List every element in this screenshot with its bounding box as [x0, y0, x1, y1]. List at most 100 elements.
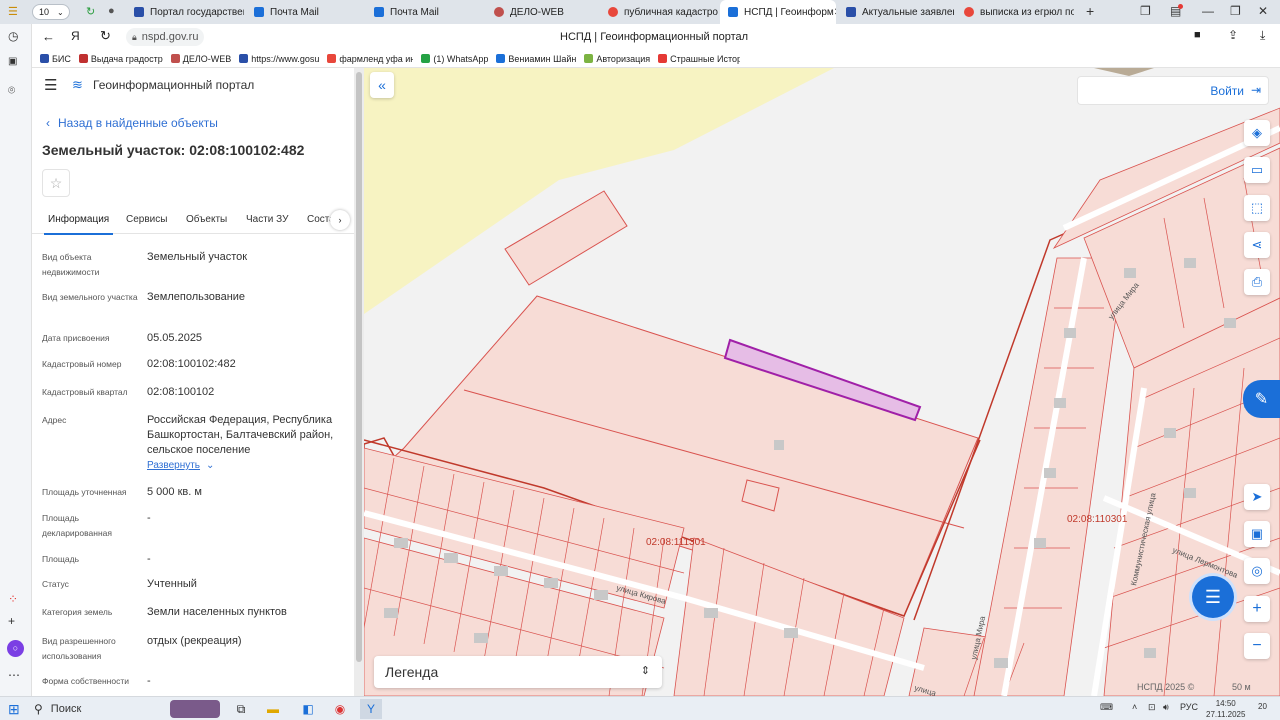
- tab-services[interactable]: Сервисы: [126, 214, 167, 225]
- bookmark-item[interactable]: Страшные Истор: [658, 54, 740, 64]
- support-chat-button[interactable]: ☰: [1192, 576, 1234, 618]
- navigation-arrow-icon: ➤: [1251, 489, 1263, 504]
- yandex-browser-icon[interactable]: Y: [360, 699, 382, 719]
- measure-button[interactable]: ▭: [1244, 157, 1270, 183]
- scrollbar-thumb[interactable]: [356, 72, 362, 662]
- browser-tab-1[interactable]: Портал государственн: [126, 0, 244, 24]
- downloads-icon[interactable]: ⤓: [1260, 28, 1265, 43]
- bookmark-item[interactable]: Авторизация: [584, 54, 650, 64]
- tab-parts[interactable]: Части ЗУ: [246, 214, 288, 225]
- field-value: отдых (рекреация): [147, 635, 242, 647]
- collapse-panel-button[interactable]: «: [370, 72, 394, 98]
- notification-count[interactable]: 20: [1258, 702, 1267, 711]
- keyboard-icon[interactable]: ⌨: [1100, 702, 1113, 713]
- volume-icon[interactable]: 🔊︎: [1163, 702, 1169, 713]
- field-label: Площадь уточненная: [42, 487, 127, 497]
- share-map-button[interactable]: ⋖: [1244, 232, 1270, 258]
- back-arrow-icon[interactable]: ←: [42, 29, 55, 44]
- tab-count-button[interactable]: 10 ⌄: [32, 4, 70, 20]
- more-icon[interactable]: ⋯: [8, 668, 20, 682]
- new-tab-button[interactable]: +: [1086, 3, 1094, 19]
- profile-icon[interactable]: ●: [108, 5, 115, 17]
- zoom-in-button[interactable]: +: [1244, 596, 1270, 622]
- tab-title: ДЕЛО-WEB: [510, 6, 564, 18]
- lock-icon: 🔒︎: [132, 31, 137, 42]
- maximize-icon[interactable]: ❐: [1230, 4, 1241, 18]
- file-explorer-icon[interactable]: ▬: [262, 699, 284, 719]
- add-panel-icon[interactable]: +: [8, 614, 15, 628]
- bookmark-item[interactable]: Выдача градостр: [78, 54, 163, 64]
- browser-tab-4[interactable]: ДЕЛО-WEB: [486, 0, 598, 24]
- apps-icon[interactable]: ⁘: [8, 592, 18, 606]
- chrome-icon[interactable]: ◉: [329, 699, 351, 719]
- field-value: Учтенный: [147, 578, 197, 590]
- bookmark-item[interactable]: (1) WhatsApp: [421, 54, 488, 64]
- back-to-results-link[interactable]: ‹ Назад в найденные объекты: [46, 116, 218, 130]
- yandex-home-icon[interactable]: Я: [71, 29, 80, 43]
- browser-tab-8[interactable]: выписка из егрюл по: [956, 0, 1074, 24]
- map-canvas[interactable]: 02:08:111301 02:08:110301 улица Кирова у…: [364, 68, 1280, 696]
- share-icon[interactable]: ⇪: [1228, 28, 1238, 42]
- browser-tab-2[interactable]: Почта Mail: [246, 0, 364, 24]
- field-label: Статус: [42, 579, 69, 589]
- browser-tab-6-active[interactable]: НСПД | Геоинформ✕: [720, 0, 836, 24]
- task-view-icon[interactable]: ⧉: [230, 699, 252, 719]
- browser-tab-5[interactable]: публичная кадастров: [600, 0, 718, 24]
- yandex-icon: [608, 7, 618, 17]
- bookmark-icon[interactable]: ■: [1194, 29, 1201, 41]
- panel-scrollbar[interactable]: [354, 68, 364, 696]
- tab-objects[interactable]: Объекты: [186, 214, 227, 225]
- network-icon[interactable]: ⊡: [1148, 702, 1156, 713]
- legend-dropdown[interactable]: Легенда ⇕: [374, 656, 662, 688]
- field-value: Российская Федерация, Республика Башкорт…: [147, 414, 334, 456]
- screenshot-icon[interactable]: ⌾: [8, 83, 15, 98]
- address-bar[interactable]: 🔒︎ nspd.gov.ru: [126, 28, 205, 46]
- layers-button[interactable]: ◈: [1244, 120, 1270, 146]
- tab-favicon-icon: [728, 7, 738, 17]
- bookmark-item[interactable]: Вениамин Шайн: [496, 54, 576, 64]
- favorite-button[interactable]: ☆: [42, 169, 70, 197]
- tab-information[interactable]: Информация: [43, 214, 114, 235]
- close-tab-icon[interactable]: ✕: [834, 7, 836, 18]
- clock[interactable]: 14:50 27.11.2025: [1206, 698, 1245, 720]
- bookmark-item[interactable]: БИС: [40, 54, 71, 64]
- minimize-icon[interactable]: —: [1202, 4, 1214, 18]
- tab-title: публичная кадастров: [624, 6, 718, 18]
- geolocation-button[interactable]: ◎: [1244, 558, 1270, 584]
- collections-icon[interactable]: ❐: [1140, 4, 1151, 18]
- windows-start-icon[interactable]: ⊞: [8, 701, 20, 718]
- close-window-icon[interactable]: ✕: [1258, 4, 1268, 18]
- browser-tab-7[interactable]: Актуальные заявлени: [838, 0, 954, 24]
- my-location-button[interactable]: ➤: [1244, 484, 1270, 510]
- browser-logo-icon[interactable]: ☰: [8, 5, 18, 18]
- print-button[interactable]: ⎙: [1244, 269, 1270, 295]
- zoom-out-button[interactable]: −: [1244, 633, 1270, 659]
- minimap-button[interactable]: ▣: [1244, 521, 1270, 547]
- cadastral-map[interactable]: 02:08:111301 02:08:110301 улица Кирова у…: [364, 68, 1280, 696]
- menu-icon[interactable]: ☰: [44, 76, 57, 94]
- language-indicator[interactable]: РУС: [1180, 702, 1198, 712]
- browser-side-panel: ◷ ▣ ⌾ ⁘ + ○ ⋯: [0, 24, 32, 696]
- field-value: -: [147, 553, 151, 565]
- history-icon[interactable]: ◷: [8, 29, 18, 43]
- bookmark-item[interactable]: https://www.gosu: [239, 54, 319, 64]
- browser-tab-3[interactable]: Почта Mail: [366, 0, 484, 24]
- outlook-icon[interactable]: ◧: [297, 699, 319, 719]
- help-chat-button[interactable]: ✎: [1243, 380, 1280, 418]
- calendar-icon[interactable]: ▣: [8, 56, 17, 67]
- expand-label: Развернуть: [147, 460, 201, 471]
- login-button[interactable]: Войти ⇥: [1077, 76, 1269, 105]
- field-label: Площадь декларированная: [42, 513, 112, 538]
- select-area-button[interactable]: ⬚: [1244, 195, 1270, 221]
- bookmark-item[interactable]: фармленд уфа ин: [327, 54, 413, 64]
- bookmark-item[interactable]: ДЕЛО-WEB: [170, 54, 231, 64]
- reload-app-icon[interactable]: ↻: [86, 5, 95, 18]
- field-value: Землепользование: [147, 291, 246, 303]
- url-text: nspd.gov.ru: [141, 31, 199, 43]
- tabs-scroll-right-button[interactable]: ›: [330, 210, 350, 230]
- tray-chevron-icon[interactable]: ˄: [1132, 702, 1137, 712]
- reload-icon[interactable]: ↻: [100, 28, 111, 44]
- expand-address-link[interactable]: Развернуть ⌄: [147, 460, 214, 471]
- taskbar-search[interactable]: ⚲ Поиск: [34, 699, 220, 719]
- alice-icon[interactable]: ○: [7, 640, 24, 657]
